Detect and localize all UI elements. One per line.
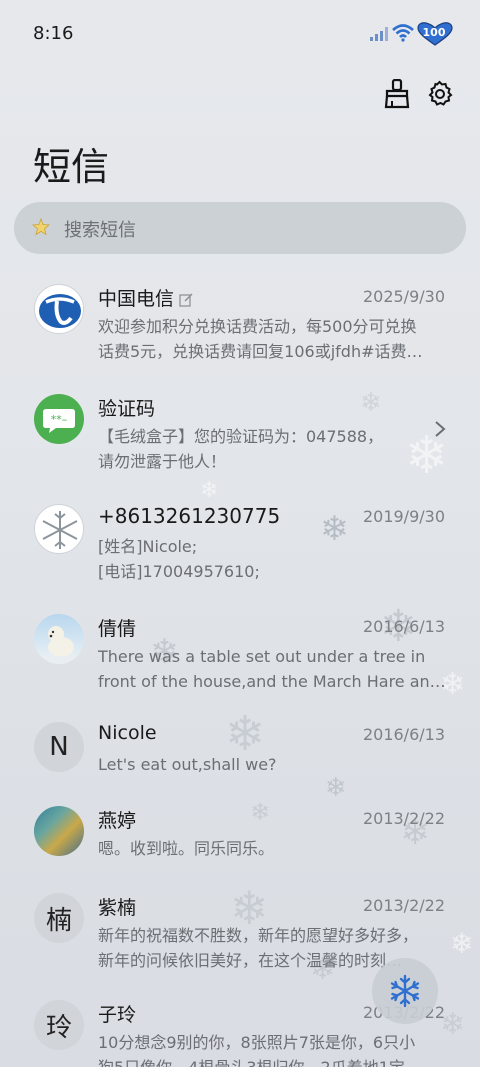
sender-name: 燕婷 [98,810,137,832]
avatar [34,504,84,554]
message-preview: 嗯。收到啦。同乐同乐。 [98,839,275,858]
status-bar: 8:16 100 [0,0,480,66]
sender-name: 倩倩 [98,618,137,640]
message-date: 2016/6/13 [362,725,445,744]
battery-level: 100 [422,26,446,39]
status-time: 8:16 [33,23,74,44]
battery-icon: 100 [417,22,453,46]
clean-brush-icon[interactable] [383,79,411,109]
list-item-china-telecom[interactable]: 中国电信 2025/9/30 欢迎参加积分兑换话费活动，每500分可兑换 话费5… [0,284,480,392]
gear-icon[interactable] [426,80,453,107]
snowflake-icon [390,974,420,1008]
message-date: 2013/2/22 [362,896,445,915]
message-preview: Let's eat out,shall we? [98,755,277,774]
message-preview: [姓名]Nicole; [电话]17004957610; [98,537,260,581]
svg-text:**–: **– [51,413,68,426]
sender-name: 中国电信 [98,284,193,311]
page-title: 短信 [33,145,110,189]
sender-name: +8613261230775 [98,504,281,528]
message-preview: 【毛绒盒子】您的验证码为：047588， 请勿泄露于他人！ [98,427,384,471]
avatar [34,284,84,334]
message-date: 2013/2/22 [362,809,445,828]
avatar: **– [34,394,84,444]
message-date: 2019/9/30 [362,507,445,526]
sender-name: 验证码 [98,398,156,420]
list-item-phone-number[interactable]: +8613261230775 2019/9/30 [姓名]Nicole; [电话… [0,504,480,612]
compose-button[interactable] [372,958,438,1024]
message-preview: 10分想念9别的你，8张照片7张是你，6只小 狗5只像你，4根骨头3根归你，2爪… [98,1033,416,1067]
edit-mark-icon [179,293,193,307]
avatar [34,806,84,856]
chevron-right-icon[interactable] [434,420,446,438]
message-preview: There was a table set out under a tree i… [98,647,446,691]
signal-icon [370,27,388,41]
avatar: N [34,722,84,772]
avatar: 楠 [34,893,84,943]
list-item-verification[interactable]: **– 验证码 【毛绒盒子】您的验证码为：047588， 请勿泄露于他人！ [0,394,480,502]
message-date: 2025/9/30 [362,287,445,306]
avatar [34,614,84,664]
sender-name: 紫楠 [98,897,137,919]
search-placeholder: 搜索短信 [64,220,136,241]
message-date: 2016/6/13 [362,617,445,636]
search-input[interactable]: 搜索短信 [14,202,466,254]
star-search-icon [32,218,50,236]
message-preview: 欢迎参加积分兑换话费活动，每500分可兑换 话费5元，兑换话费请回复106或jf… [98,317,423,361]
avatar: 玲 [34,1000,84,1050]
sender-name: 子玲 [98,1004,137,1026]
list-item-qianqian[interactable]: 倩倩 2016/6/13 There was a table set out u… [0,614,480,722]
sender-name: Nicole [98,722,157,744]
wifi-icon [392,24,414,42]
